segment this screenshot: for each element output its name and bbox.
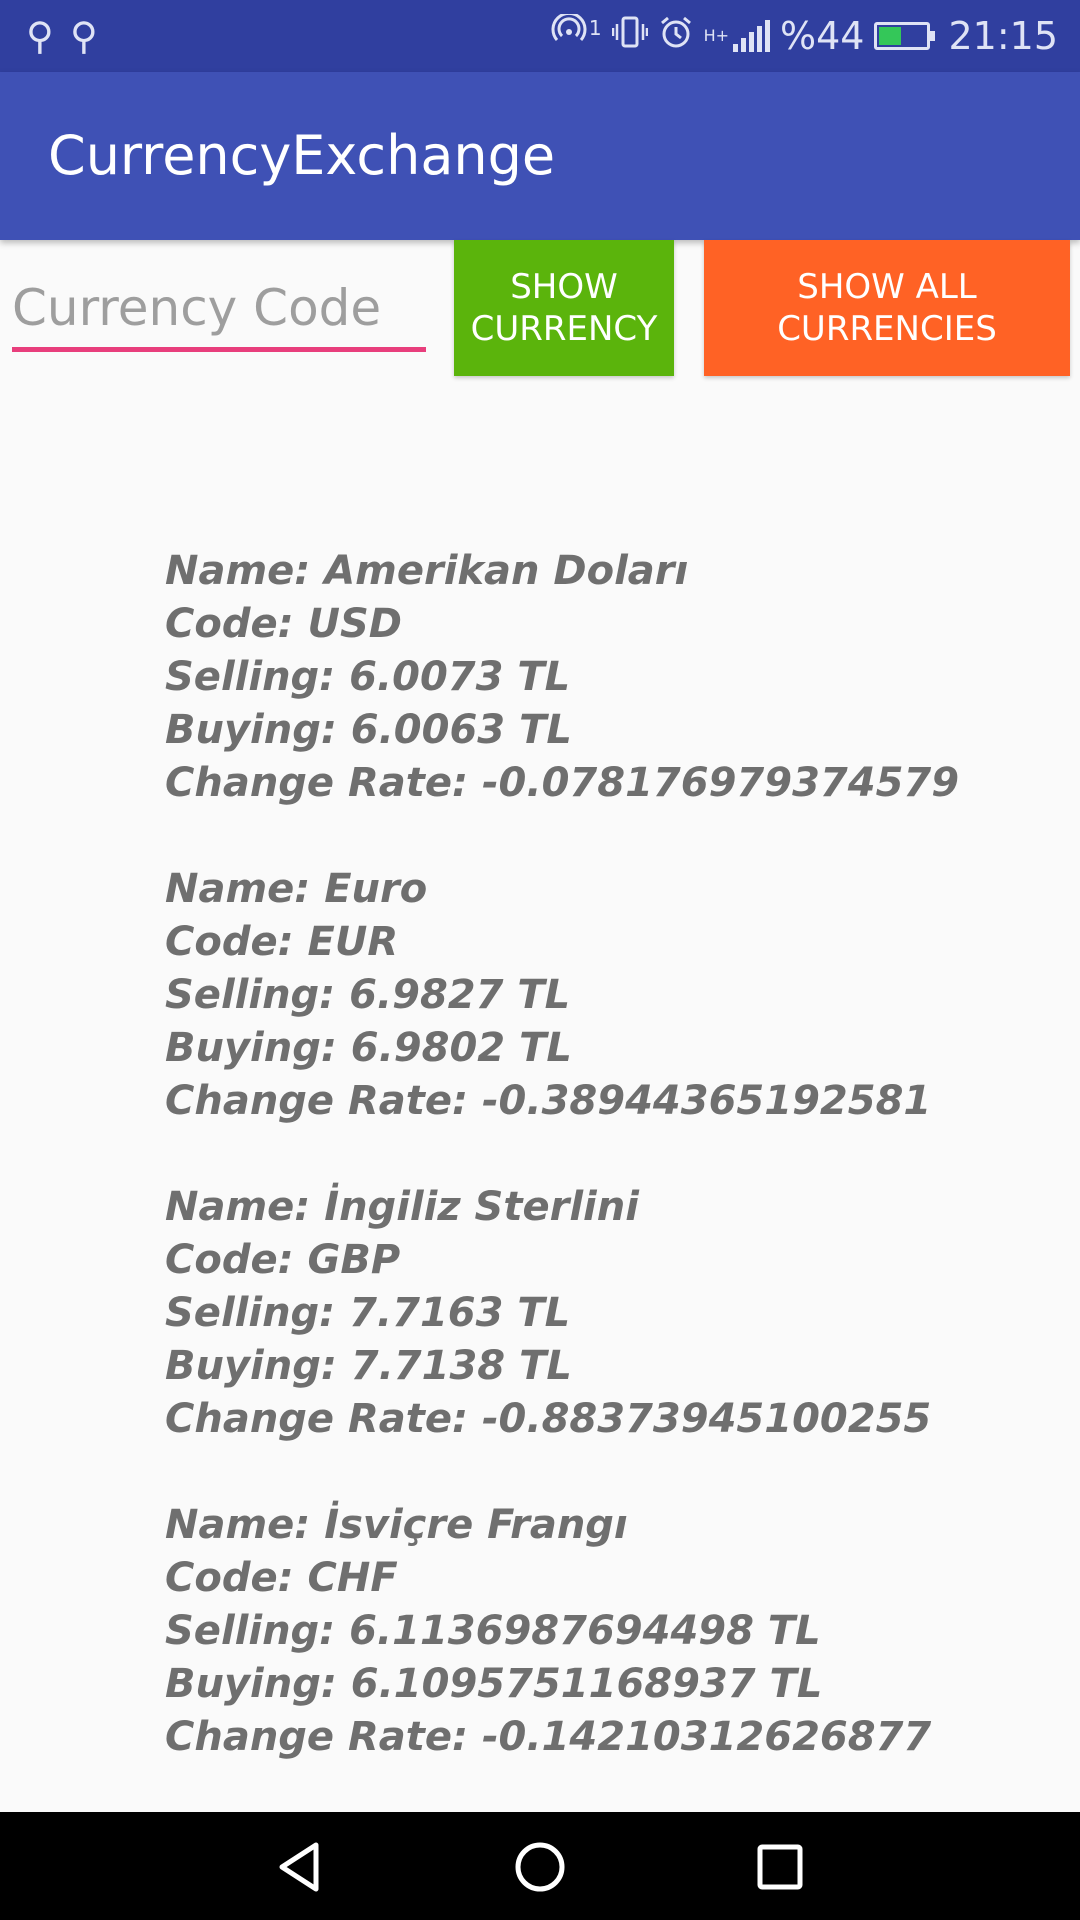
usb-icon: ⚲ xyxy=(70,14,98,58)
currency-buying: Buying: 6.1095751168937 TL xyxy=(165,1661,823,1707)
app-bar: CurrencyExchange xyxy=(0,72,1080,240)
currency-change-rate: Change Rate: -0.14210312626877 xyxy=(165,1714,932,1760)
currency-code: Code: GBP xyxy=(165,1237,401,1283)
currency-name: Name: İngiliz Sterlini xyxy=(165,1184,639,1230)
show-currency-button[interactable]: SHOW CURRENCY xyxy=(454,240,674,376)
battery-percent: %44 xyxy=(780,14,865,58)
currency-buying: Buying: 7.7138 TL xyxy=(165,1343,572,1389)
hotspot-count: 1 xyxy=(588,16,602,40)
status-bar: ⚲ ⚲ 1 H+ %44 21:15 xyxy=(0,0,1080,72)
currency-name: Name: İsviçre Frangı xyxy=(165,1502,628,1548)
status-icons: 1 H+ %44 21:15 xyxy=(551,0,1058,72)
recents-icon[interactable] xyxy=(745,1832,815,1902)
vibrate-icon xyxy=(611,14,648,58)
currency-selling: Selling: 6.0073 TL xyxy=(165,654,571,700)
currency-buying: Buying: 6.0063 TL xyxy=(165,707,572,753)
currency-change-rate: Change Rate: -0.38944365192581 xyxy=(165,1078,932,1124)
currency-change-rate: Change Rate: -0.078176979374579 xyxy=(165,760,960,806)
show-all-currencies-button[interactable]: SHOW ALL CURRENCIES xyxy=(704,240,1070,376)
currency-code: Code: EUR xyxy=(165,919,399,965)
currency-entry: Name: Euro Code: EUR Selling: 6.9827 TL … xyxy=(165,863,1045,1128)
hotspot-icon xyxy=(551,11,591,58)
currency-selling: Selling: 6.1136987694498 TL xyxy=(165,1608,821,1654)
navigation-bar xyxy=(0,1812,1080,1920)
currency-results: Name: Amerikan Doları Code: USD Selling:… xyxy=(165,545,1045,1817)
currency-name: Name: Amerikan Doları xyxy=(165,548,689,594)
network-type: H+ xyxy=(703,26,730,45)
currency-entry: Name: Amerikan Doları Code: USD Selling:… xyxy=(165,545,1045,810)
home-icon[interactable] xyxy=(505,1832,575,1902)
currency-selling: Selling: 6.9827 TL xyxy=(165,972,571,1018)
currency-code: Code: CHF xyxy=(165,1555,398,1601)
currency-code-input[interactable] xyxy=(12,268,426,352)
currency-name: Name: Euro xyxy=(165,866,428,912)
currency-selling: Selling: 7.7163 TL xyxy=(165,1290,571,1336)
currency-entry: Name: İngiliz Sterlini Code: GBP Selling… xyxy=(165,1181,1045,1446)
clock: 21:15 xyxy=(948,14,1058,58)
currency-buying: Buying: 6.9802 TL xyxy=(165,1025,572,1071)
battery-icon xyxy=(874,22,936,50)
currency-code: Code: USD xyxy=(165,601,403,647)
usb-icon: ⚲ xyxy=(26,14,54,58)
back-icon[interactable] xyxy=(265,1832,335,1902)
alarm-icon xyxy=(658,14,694,58)
currency-entry: Name: İsviçre Frangı Code: CHF Selling: … xyxy=(165,1499,1045,1764)
app-title: CurrencyExchange xyxy=(48,124,556,187)
signal-icon xyxy=(733,20,771,52)
currency-change-rate: Change Rate: -0.88373945100255 xyxy=(165,1396,932,1442)
